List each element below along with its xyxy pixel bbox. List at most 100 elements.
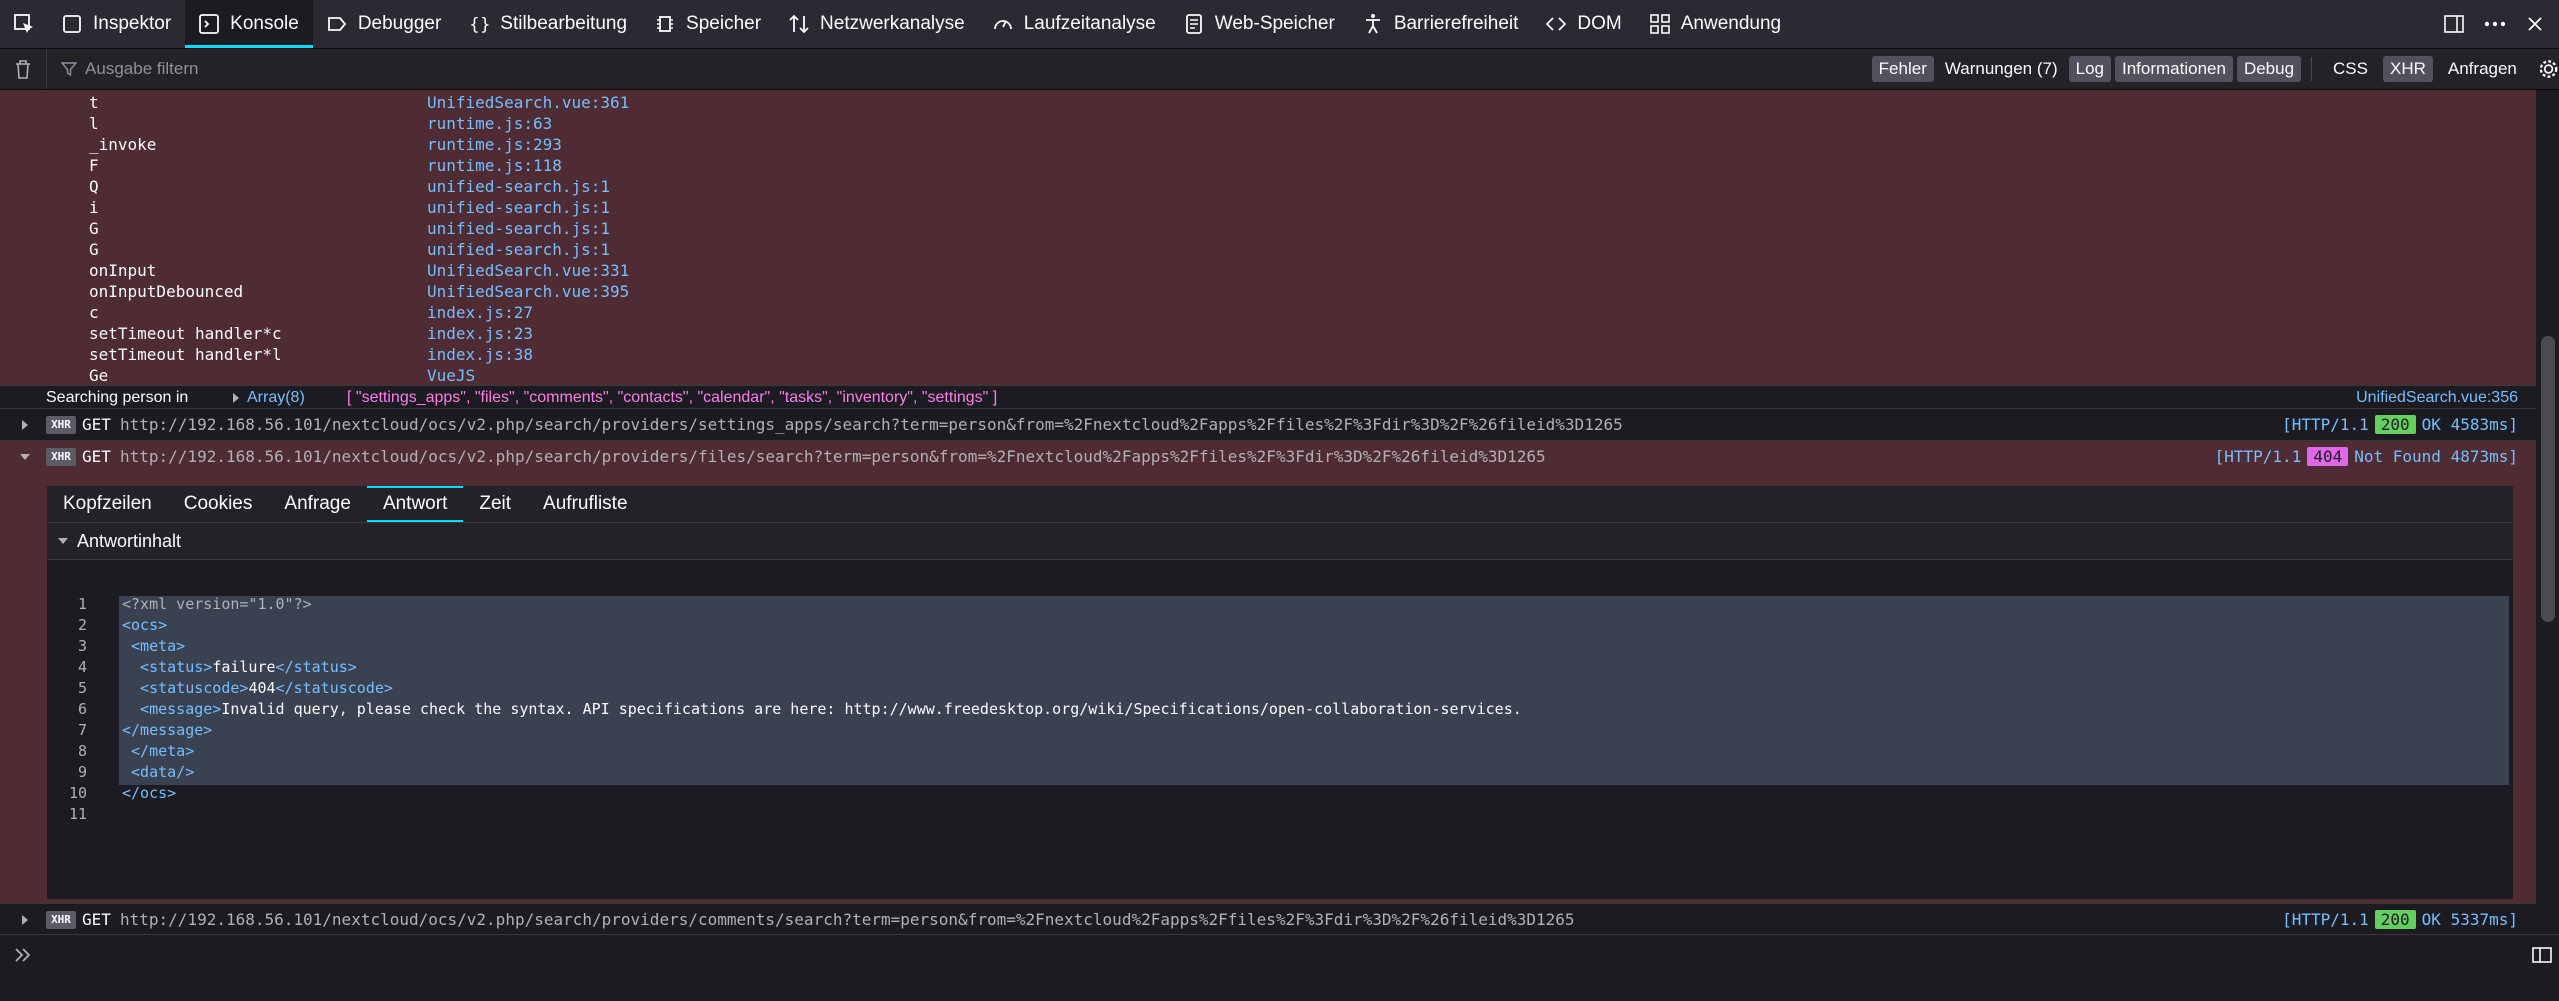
details-tab-cookies[interactable]: Cookies bbox=[168, 486, 269, 522]
tab-label: DOM bbox=[1577, 13, 1622, 34]
code-token: <message> bbox=[122, 700, 222, 718]
tab-debugger[interactable]: Debugger bbox=[313, 0, 455, 48]
filter-level-4[interactable]: Debug bbox=[2236, 56, 2302, 82]
vertical-scrollbar[interactable] bbox=[2536, 90, 2559, 933]
tab-label: Laufzeitanalyse bbox=[1023, 13, 1156, 34]
console-input[interactable] bbox=[0, 934, 2559, 975]
chevron-right-icon[interactable] bbox=[18, 913, 32, 927]
line-source: <ocs> bbox=[122, 615, 167, 636]
stack-frame: Ge VueJS bbox=[0, 365, 2536, 386]
details-tab-zeit[interactable]: Zeit bbox=[463, 486, 527, 522]
xhr-request-row[interactable]: XHR GET http://192.168.56.101/nextcloud/oc… bbox=[0, 440, 2536, 472]
line-source: <statuscode>404</statuscode> bbox=[122, 678, 393, 699]
frame-function: c bbox=[89, 303, 99, 322]
tab-laufzeitanalyse[interactable]: Laufzeitanalyse bbox=[979, 0, 1170, 48]
frame-location-link[interactable]: unified-search.js:1 bbox=[427, 239, 610, 260]
xhr-badge: XHR bbox=[46, 447, 76, 466]
details-tab-anfrage[interactable]: Anfrage bbox=[268, 486, 367, 522]
filter-extra-css[interactable]: CSS bbox=[2326, 56, 2375, 82]
response-body-header[interactable]: Antwortinhalt bbox=[47, 523, 2513, 560]
accessibility-icon bbox=[1361, 12, 1385, 36]
section-label: Antwortinhalt bbox=[77, 530, 182, 551]
tab-netzwerkanalyse[interactable]: Netzwerkanalyse bbox=[775, 0, 979, 48]
request-url[interactable]: http://192.168.56.101/nextcloud/ocs/v2.p… bbox=[120, 447, 1546, 466]
divider bbox=[2311, 57, 2313, 81]
frame-function: _invoke bbox=[89, 135, 157, 154]
filter-input[interactable]: Ausgabe filtern bbox=[46, 49, 1788, 89]
tab-inspektor[interactable]: Inspektor bbox=[48, 0, 185, 48]
tab-barrierefreiheit[interactable]: Barrierefreiheit bbox=[1349, 0, 1533, 48]
line-number: 9 bbox=[77, 763, 87, 781]
details-tab-kopfzeilen[interactable]: Kopfzeilen bbox=[47, 486, 168, 522]
xhr-request-row[interactable]: XHR GET http://192.168.56.101/nextcloud/oc… bbox=[0, 408, 2536, 440]
tab-label: Anwendung bbox=[1680, 13, 1782, 34]
expand-array-icon[interactable] bbox=[231, 391, 241, 409]
frame-location-link[interactable]: VueJS bbox=[427, 365, 475, 386]
array-label[interactable]: Array(8) bbox=[247, 389, 305, 407]
filter-extra-xhr[interactable]: XHR bbox=[2382, 56, 2433, 82]
frame-location-link[interactable]: unified-search.js:1 bbox=[427, 218, 610, 239]
frame-function: t bbox=[89, 93, 99, 112]
console-filter-bar: Ausgabe filtern Fehler Warnungen (7) Log In… bbox=[0, 49, 2559, 90]
request-status: [HTTP/1.1 200 OK 4583ms] bbox=[2282, 415, 2518, 434]
chevron-right-icon[interactable] bbox=[18, 418, 32, 432]
frame-location-link[interactable]: runtime.js:118 bbox=[427, 155, 562, 176]
stack-frame: c index.js:27 bbox=[0, 302, 2536, 323]
chevron-down-icon[interactable] bbox=[18, 450, 32, 464]
frame-location-link[interactable]: UnifiedSearch.vue:331 bbox=[427, 260, 629, 281]
response-code-view[interactable]: 1 <?xml version="1.0"?> 2 <ocs> 3 <meta> 4 <s… bbox=[47, 594, 2513, 899]
frame-function: l bbox=[89, 114, 99, 133]
stack-frame: onInputDebounced UnifiedSearch.vue:395 bbox=[0, 281, 2536, 302]
stack-frame: i unified-search.js:1 bbox=[0, 197, 2536, 218]
status-text: Not Found 4873ms] bbox=[2354, 447, 2518, 466]
log-location-link[interactable]: UnifiedSearch.vue:356 bbox=[2356, 389, 2518, 407]
filter-level-1[interactable]: Warnungen (7) bbox=[1938, 56, 2065, 82]
status-protocol: [HTTP/1.1 bbox=[2282, 910, 2369, 929]
tab-dom[interactable]: DOM bbox=[1532, 0, 1635, 48]
frame-location-link[interactable]: UnifiedSearch.vue:361 bbox=[427, 92, 629, 113]
frame-location-link[interactable]: unified-search.js:1 bbox=[427, 197, 610, 218]
status-code-badge: 200 bbox=[2374, 910, 2416, 929]
frame-location-link[interactable]: index.js:23 bbox=[427, 323, 533, 344]
frame-location-link[interactable]: UnifiedSearch.vue:395 bbox=[427, 281, 629, 302]
tab-label: Web-Speicher bbox=[1214, 13, 1335, 34]
clear-console-button[interactable] bbox=[0, 59, 46, 79]
status-text: OK 4583ms] bbox=[2421, 415, 2518, 434]
frame-location-link[interactable]: index.js:38 bbox=[427, 344, 533, 365]
line-number: 10 bbox=[68, 784, 87, 802]
code-token: <status> bbox=[122, 658, 213, 676]
code-token: </statuscode> bbox=[275, 679, 393, 697]
frame-location-link[interactable]: unified-search.js:1 bbox=[427, 176, 610, 197]
style-editor-icon: {} bbox=[467, 12, 491, 36]
line-source: </meta> bbox=[122, 741, 194, 762]
tab-web-speicher[interactable]: Web-Speicher bbox=[1170, 0, 1349, 48]
line-source: </ocs> bbox=[122, 783, 176, 804]
frame-location-link[interactable]: runtime.js:63 bbox=[427, 113, 552, 134]
filter-level-2[interactable]: Log bbox=[2068, 56, 2111, 82]
scrollbar-thumb[interactable] bbox=[2541, 336, 2555, 622]
frame-location-link[interactable]: index.js:27 bbox=[427, 302, 533, 323]
details-tab-aufrufliste[interactable]: Aufrufliste bbox=[527, 486, 643, 522]
close-icon[interactable] bbox=[2525, 14, 2545, 34]
filter-level-0[interactable]: Fehler bbox=[1871, 56, 1934, 82]
picker-icon bbox=[14, 14, 33, 33]
more-options-icon[interactable] bbox=[2483, 13, 2507, 35]
request-url[interactable]: http://192.168.56.101/nextcloud/ocs/v2.p… bbox=[120, 415, 1623, 434]
request-url[interactable]: http://192.168.56.101/nextcloud/ocs/v2.p… bbox=[120, 910, 1575, 929]
funnel-icon bbox=[61, 62, 78, 77]
details-tab-antwort[interactable]: Antwort bbox=[366, 486, 464, 522]
filter-level-3[interactable]: Informationen bbox=[2115, 56, 2233, 82]
dock-side-icon[interactable] bbox=[2443, 13, 2465, 35]
tab-speicher[interactable]: Speicher bbox=[641, 0, 775, 48]
element-picker-button[interactable] bbox=[0, 0, 48, 48]
xhr-request-row[interactable]: XHR GET http://192.168.56.101/nextcloud/oc… bbox=[0, 903, 2536, 933]
filter-extra-anfragen[interactable]: Anfragen bbox=[2441, 56, 2524, 82]
network-details-panel: Kopfzeilen Cookies Anfrage Antwort Zeit Aufru… bbox=[47, 486, 2513, 899]
editor-mode-icon[interactable] bbox=[2531, 945, 2553, 965]
settings-gear-icon[interactable] bbox=[2538, 58, 2559, 80]
tab-konsole[interactable]: Konsole bbox=[185, 0, 313, 48]
tab-stilbearbeitung[interactable]: {} Stilbearbeitung bbox=[455, 0, 641, 48]
tab-anwendung[interactable]: Anwendung bbox=[1636, 0, 1795, 48]
frame-function: F bbox=[89, 156, 99, 175]
frame-location-link[interactable]: runtime.js:293 bbox=[427, 134, 562, 155]
